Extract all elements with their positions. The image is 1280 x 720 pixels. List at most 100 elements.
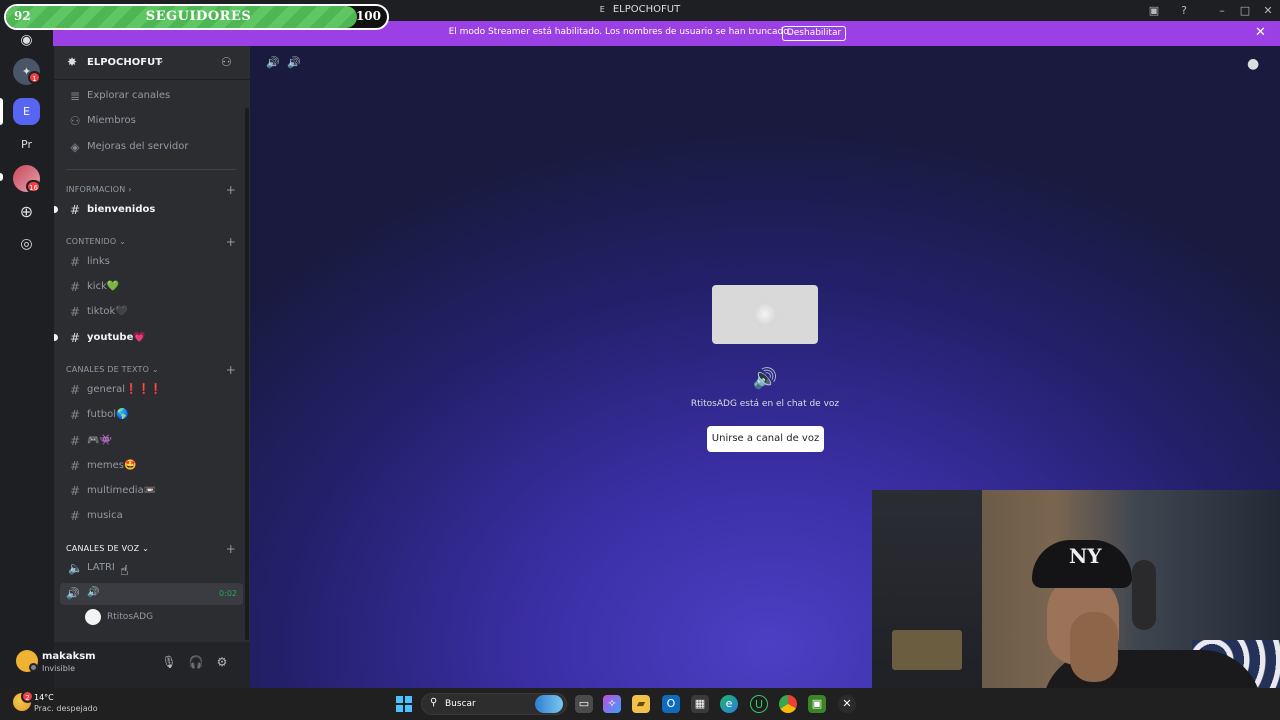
create-channel-plus-icon[interactable]: + [226,363,236,377]
nav-explore-channels[interactable]: ≣ Explorar canales [66,85,242,107]
channel-tiktok[interactable]: # tiktok🖤 [66,301,242,323]
channel-bienvenidos[interactable]: # bienvenidos [66,199,242,221]
hashtag-icon: # [69,331,81,345]
channel-futbol[interactable]: # futbol🌎 [66,404,242,426]
nav-members[interactable]: ⚇ Miembros [66,110,242,132]
channel-label: multimedia📼 [87,485,157,496]
close-window-icon[interactable]: ✕ [1260,3,1276,19]
sidebar-scrollbar[interactable] [245,108,249,640]
channel-label: LATRI [87,562,115,573]
hashtag-icon: # [69,484,81,498]
store-icon[interactable]: ▦ [691,695,709,713]
window-title-prefix: E [599,5,605,14]
channel-memes[interactable]: # memes🤩 [66,455,242,477]
boost-icon: ◈ [70,140,80,154]
help-icon[interactable]: ? [1176,3,1192,19]
category-canales-de-voz[interactable]: CANALES DE VOZ ⌄ + [66,542,236,556]
channel-multimedia[interactable]: # multimedia📼 [66,480,242,502]
mouse-cursor-icon: ☝ [120,563,129,579]
category-label: CONTENIDO [66,237,117,246]
server-pr[interactable]: Pr [13,131,40,158]
user-status: Invisible [42,664,75,673]
category-label: CANALES DE VOZ [66,544,140,553]
category-label: CANALES DE TEXTO [66,365,150,374]
webcam-person-hand [1070,612,1118,682]
divider [66,169,236,170]
follower-goal: 100 [355,9,381,23]
speaker-icon: 🔈 [68,561,83,575]
hashtag-icon: # [69,434,81,448]
follower-goal-widget: 92 SEGUIDORES 100 [4,4,389,30]
channel-general[interactable]: # general❗❗❗ [66,379,242,401]
gear-icon[interactable]: ⚙ [214,654,230,670]
invite-people-icon[interactable]: ⚇ [221,55,232,69]
discover-compass-icon[interactable]: ◎ [13,231,40,258]
channel-label: links [87,256,110,267]
server-elpochofut[interactable]: E [13,98,40,125]
nav-label: Explorar canales [87,90,171,101]
outlook-icon[interactable]: O [662,695,680,713]
voice-channel-active[interactable]: 🔊 🔊 0:02 [60,583,243,605]
chevron-down-icon: ⌄ [157,56,165,66]
category-contenido[interactable]: CONTENIDO ⌄ + [66,235,236,249]
active-server-pill [0,98,3,125]
create-channel-plus-icon[interactable]: + [226,235,236,249]
webcam-overlay: NY [872,490,1280,720]
headphones-icon[interactable]: 🎧 [188,654,204,670]
weather-description: Prac. despejado [34,704,98,713]
server-4-badge: 16 [26,180,41,193]
channel-gaming[interactable]: # 🎮👾 [66,430,242,452]
minimize-icon[interactable]: – [1214,3,1230,19]
channel-label: memes🤩 [87,460,137,471]
task-view-icon[interactable]: ▭ [575,695,593,713]
copilot-icon[interactable]: ✧ [603,695,621,713]
voice-channel-latri[interactable]: 🔈 LATRI [66,557,242,579]
chat-bubble-icon[interactable]: ● [1247,56,1259,72]
channel-musica[interactable]: # musica [66,505,242,527]
nav-label: Mejoras del servidor [87,141,189,152]
weather-temperature: 14°C [34,693,54,702]
chrome-icon[interactable] [779,695,797,713]
channel-label: kick💚 [87,281,120,292]
create-channel-plus-icon[interactable]: + [226,542,236,556]
username[interactable]: makaksm [42,651,96,662]
category-canales-de-texto[interactable]: CANALES DE TEXTO ⌄ + [66,363,236,377]
edge-icon[interactable]: e [720,695,738,713]
upwork-icon[interactable]: U [750,695,768,713]
maximize-icon[interactable]: □ [1237,3,1253,19]
search-icon: ⚲ [430,697,438,708]
voice-member-name[interactable]: RtitosADG [107,612,153,622]
disable-streamer-button[interactable]: Deshabilitar [782,26,846,41]
minecraft-icon[interactable]: ▣ [808,695,826,713]
windows-start-icon[interactable] [396,696,412,712]
channel-label: tiktok🖤 [87,306,128,317]
create-channel-plus-icon[interactable]: + [226,183,236,197]
microphone-icon[interactable]: 🎙 [161,654,177,670]
file-explorer-icon[interactable]: ▰ [632,695,650,713]
channel-label: futbol🌎 [87,409,129,420]
speaker-icon: 🔊 [752,366,778,390]
server-header[interactable]: ✸ ELPOCHOFUT ⌄ ⚇ [54,46,250,80]
discord-icon[interactable]: ◉ [13,27,40,54]
xbox-icon[interactable]: ✕ [838,695,856,713]
inbox-icon[interactable]: ▣ [1146,3,1162,19]
nav-server-boosts[interactable]: ◈ Mejoras del servidor [66,136,242,158]
server-1-badge: 1 [28,71,41,84]
channel-label: youtube💗 [87,332,146,343]
add-server-plus-icon[interactable]: ⊕ [13,198,40,225]
speaker-icon: 🔊 [287,56,301,69]
join-voice-button[interactable]: Unirse a canal de voz [707,426,824,452]
channel-label: musica [87,510,123,521]
server-name: ELPOCHOFUT [87,57,163,68]
channel-youtube[interactable]: # youtube💗 [66,327,242,349]
search-highlight-icon[interactable] [535,695,563,713]
category-informacion[interactable]: INFORMACION › + [66,183,236,197]
avatar [753,302,777,326]
channel-kick[interactable]: # kick💚 [66,276,242,298]
category-label: INFORMACION [66,185,126,194]
members-icon: ⚇ [69,114,81,128]
speaker-active-icon: 🔊 [66,587,80,600]
close-icon[interactable]: ✕ [1255,25,1266,40]
webcam-background [872,490,982,720]
channel-links[interactable]: # links [66,251,242,273]
